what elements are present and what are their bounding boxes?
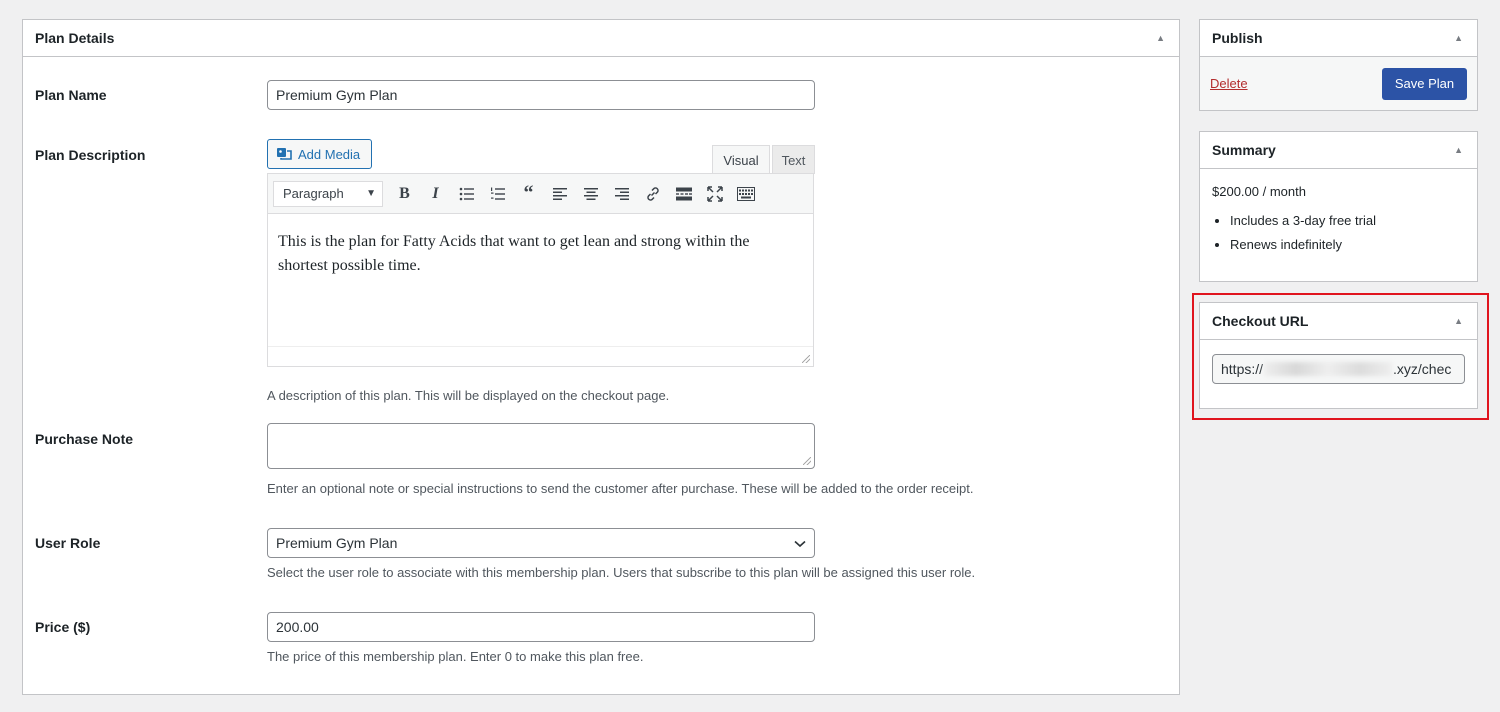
highlight-box <box>1192 293 1489 420</box>
plan-name-label: Plan Name <box>35 87 107 103</box>
format-select-value: Paragraph <box>283 186 344 201</box>
bold-icon[interactable]: B <box>389 180 420 208</box>
save-plan-button[interactable]: Save Plan <box>1382 67 1467 100</box>
format-select[interactable]: Paragraph ▼ <box>273 180 383 207</box>
collapse-arrow-icon[interactable]: ▲ <box>1454 33 1463 43</box>
description-editor: Paragraph ▼ B I “ This is the plan for F… <box>267 173 814 367</box>
user-role-help: Select the user role to associate with t… <box>267 565 976 580</box>
plan-details-box: Plan Details ▲ Plan Name Premium Gym Pla… <box>22 19 1180 695</box>
bulleted-list-icon[interactable] <box>451 180 482 208</box>
price-help: The price of this membership plan. Enter… <box>267 649 644 664</box>
plan-details-title: Plan Details <box>35 30 115 46</box>
plan-description-label: Plan Description <box>35 147 146 163</box>
add-media-button[interactable]: Add Media <box>267 139 372 169</box>
align-right-icon[interactable] <box>606 180 637 208</box>
align-center-icon[interactable] <box>575 180 606 208</box>
chevron-down-icon <box>794 535 806 551</box>
summary-content: $200.00 / month Includes a 3-day free tr… <box>1200 169 1477 276</box>
resize-grip-icon[interactable] <box>803 457 811 465</box>
editor-content[interactable]: This is the plan for Fatty Acids that wa… <box>268 214 813 346</box>
purchase-note-textarea[interactable] <box>267 423 815 469</box>
summary-header: Summary ▲ <box>1200 132 1477 169</box>
publish-header: Publish ▲ <box>1200 20 1477 57</box>
read-more-icon[interactable] <box>668 180 699 208</box>
plan-name-input[interactable]: Premium Gym Plan <box>267 80 815 110</box>
link-icon[interactable] <box>637 180 668 208</box>
list-item: Renews indefinitely <box>1230 237 1465 253</box>
publish-title: Publish <box>1212 30 1263 46</box>
blockquote-icon[interactable]: “ <box>513 180 544 208</box>
summary-list: Includes a 3-day free trial Renews indef… <box>1212 213 1465 253</box>
fullscreen-icon[interactable] <box>699 180 730 208</box>
numbered-list-icon[interactable] <box>482 180 513 208</box>
publish-box: Publish ▲ Delete Save Plan <box>1199 19 1478 111</box>
summary-box: Summary ▲ $200.00 / month Includes a 3-d… <box>1199 131 1478 282</box>
dropdown-arrow-icon: ▼ <box>366 188 376 199</box>
editor-toolbar: Paragraph ▼ B I “ <box>268 174 813 214</box>
delete-link[interactable]: Delete <box>1210 76 1248 91</box>
add-media-label: Add Media <box>298 146 361 162</box>
summary-price: $200.00 / month <box>1212 184 1306 199</box>
summary-title: Summary <box>1212 142 1276 158</box>
resize-grip-icon[interactable] <box>802 355 810 363</box>
publish-actions: Delete Save Plan <box>1200 57 1477 110</box>
purchase-note-label: Purchase Note <box>35 431 134 447</box>
collapse-arrow-icon[interactable]: ▲ <box>1454 145 1463 155</box>
user-role-label: User Role <box>35 535 101 551</box>
user-role-value: Premium Gym Plan <box>276 535 398 551</box>
price-input[interactable]: 200.00 <box>267 612 815 642</box>
user-role-select[interactable]: Premium Gym Plan <box>267 528 815 558</box>
tab-text[interactable]: Text <box>772 145 815 174</box>
align-left-icon[interactable] <box>544 180 575 208</box>
price-label: Price ($) <box>35 619 91 635</box>
plan-details-header: Plan Details ▲ <box>23 20 1179 57</box>
editor-statusbar <box>268 346 813 366</box>
list-item: Includes a 3-day free trial <box>1230 213 1465 229</box>
italic-icon[interactable]: I <box>420 180 451 208</box>
collapse-arrow-icon[interactable]: ▲ <box>1156 33 1165 43</box>
toolbar-toggle-icon[interactable] <box>730 180 761 208</box>
purchase-note-help: Enter an optional note or special instru… <box>267 481 974 496</box>
tab-visual[interactable]: Visual <box>712 145 770 174</box>
plan-description-help: A description of this plan. This will be… <box>267 388 670 403</box>
media-icon <box>276 146 292 162</box>
